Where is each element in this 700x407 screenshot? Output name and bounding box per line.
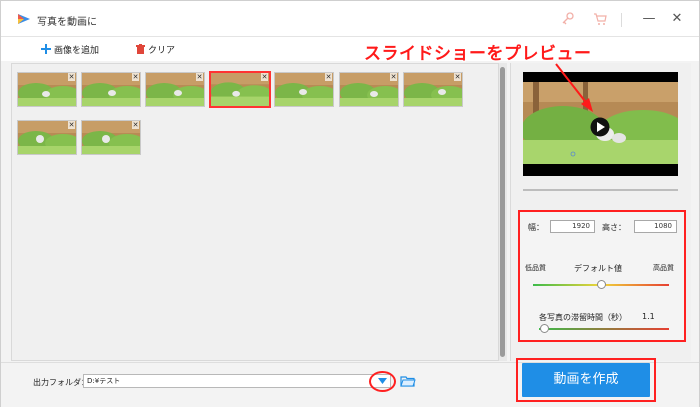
thumbnail-image[interactable]: ✕: [81, 72, 141, 107]
clear-label: クリア: [148, 45, 176, 56]
app-logo-icon: [18, 14, 30, 24]
trash-icon: [136, 44, 145, 54]
cart-icon[interactable]: [592, 11, 608, 27]
preview-callout: スライドショーをプレビュー: [364, 44, 592, 64]
window-title: 写真を動画に: [37, 17, 97, 28]
minimize-button[interactable]: —: [639, 9, 659, 29]
clear-button[interactable]: クリア: [136, 42, 175, 56]
quality-low-label: 低品質: [525, 264, 546, 272]
remove-thumbnail-button[interactable]: ✕: [68, 73, 75, 81]
height-input[interactable]: 1080: [634, 220, 677, 233]
folder-icon[interactable]: [400, 374, 416, 388]
quality-default-label: デフォルト値: [574, 264, 622, 273]
dropdown-highlight: [369, 371, 396, 392]
duration-slider-track[interactable]: [539, 328, 669, 330]
thumbnail-image-selected[interactable]: ✕: [209, 71, 271, 108]
plus-icon: [41, 44, 51, 54]
add-image-button[interactable]: 画像を追加: [41, 42, 99, 56]
remove-thumbnail-button[interactable]: ✕: [390, 73, 397, 81]
title-bar: 写真を動画に — ✕: [1, 1, 699, 37]
title-separator: [621, 13, 622, 27]
preview-progress-bar[interactable]: [523, 189, 678, 191]
gallery-scrollbar[interactable]: [499, 63, 507, 361]
output-folder-label: 出力フォルダ：: [33, 378, 89, 387]
thumbnail-image[interactable]: ✕: [145, 72, 205, 107]
key-icon[interactable]: [560, 11, 576, 27]
remove-thumbnail-button[interactable]: ✕: [68, 121, 75, 129]
thumbnail-image[interactable]: ✕: [274, 72, 334, 107]
remove-thumbnail-button[interactable]: ✕: [132, 121, 139, 129]
height-label: 高さ：: [602, 223, 626, 232]
width-input[interactable]: 1920: [550, 220, 595, 233]
remove-thumbnail-button[interactable]: ✕: [196, 73, 203, 81]
remove-thumbnail-button[interactable]: ✕: [261, 73, 268, 81]
toolbar: 画像を追加 クリア: [1, 37, 699, 61]
thumbnail-image[interactable]: ✕: [81, 120, 141, 155]
duration-slider-knob[interactable]: [539, 324, 549, 333]
remove-thumbnail-button[interactable]: ✕: [132, 73, 139, 81]
duration-label: 各写真の滞留時間（秒）: [539, 313, 627, 322]
remove-thumbnail-button[interactable]: ✕: [454, 73, 461, 81]
quality-high-label: 高品質: [653, 264, 674, 272]
thumbnail-image[interactable]: ✕: [17, 72, 77, 107]
preview-player[interactable]: [523, 72, 678, 176]
create-video-button[interactable]: 動画を作成: [522, 363, 650, 397]
play-icon[interactable]: [590, 117, 610, 137]
thumbnail-image[interactable]: ✕: [403, 72, 463, 107]
thumbnail-image[interactable]: ✕: [17, 120, 77, 155]
remove-thumbnail-button[interactable]: ✕: [325, 73, 332, 81]
add-image-label: 画像を追加: [54, 45, 100, 56]
duration-value: 1.1: [642, 312, 655, 321]
close-button[interactable]: ✕: [667, 9, 687, 29]
scrollbar-thumb[interactable]: [500, 67, 505, 357]
quality-slider-knob[interactable]: [596, 280, 606, 289]
width-label: 幅：: [528, 223, 544, 232]
thumbnail-image[interactable]: ✕: [339, 72, 399, 107]
output-folder-field[interactable]: D:¥テスト: [83, 374, 391, 388]
app-window: 写真を動画に — ✕ 画像を追加 クリア ✕ ✕ ✕ ✕ ✕ ✕ ✕ ✕ ✕ 幅…: [0, 0, 700, 407]
